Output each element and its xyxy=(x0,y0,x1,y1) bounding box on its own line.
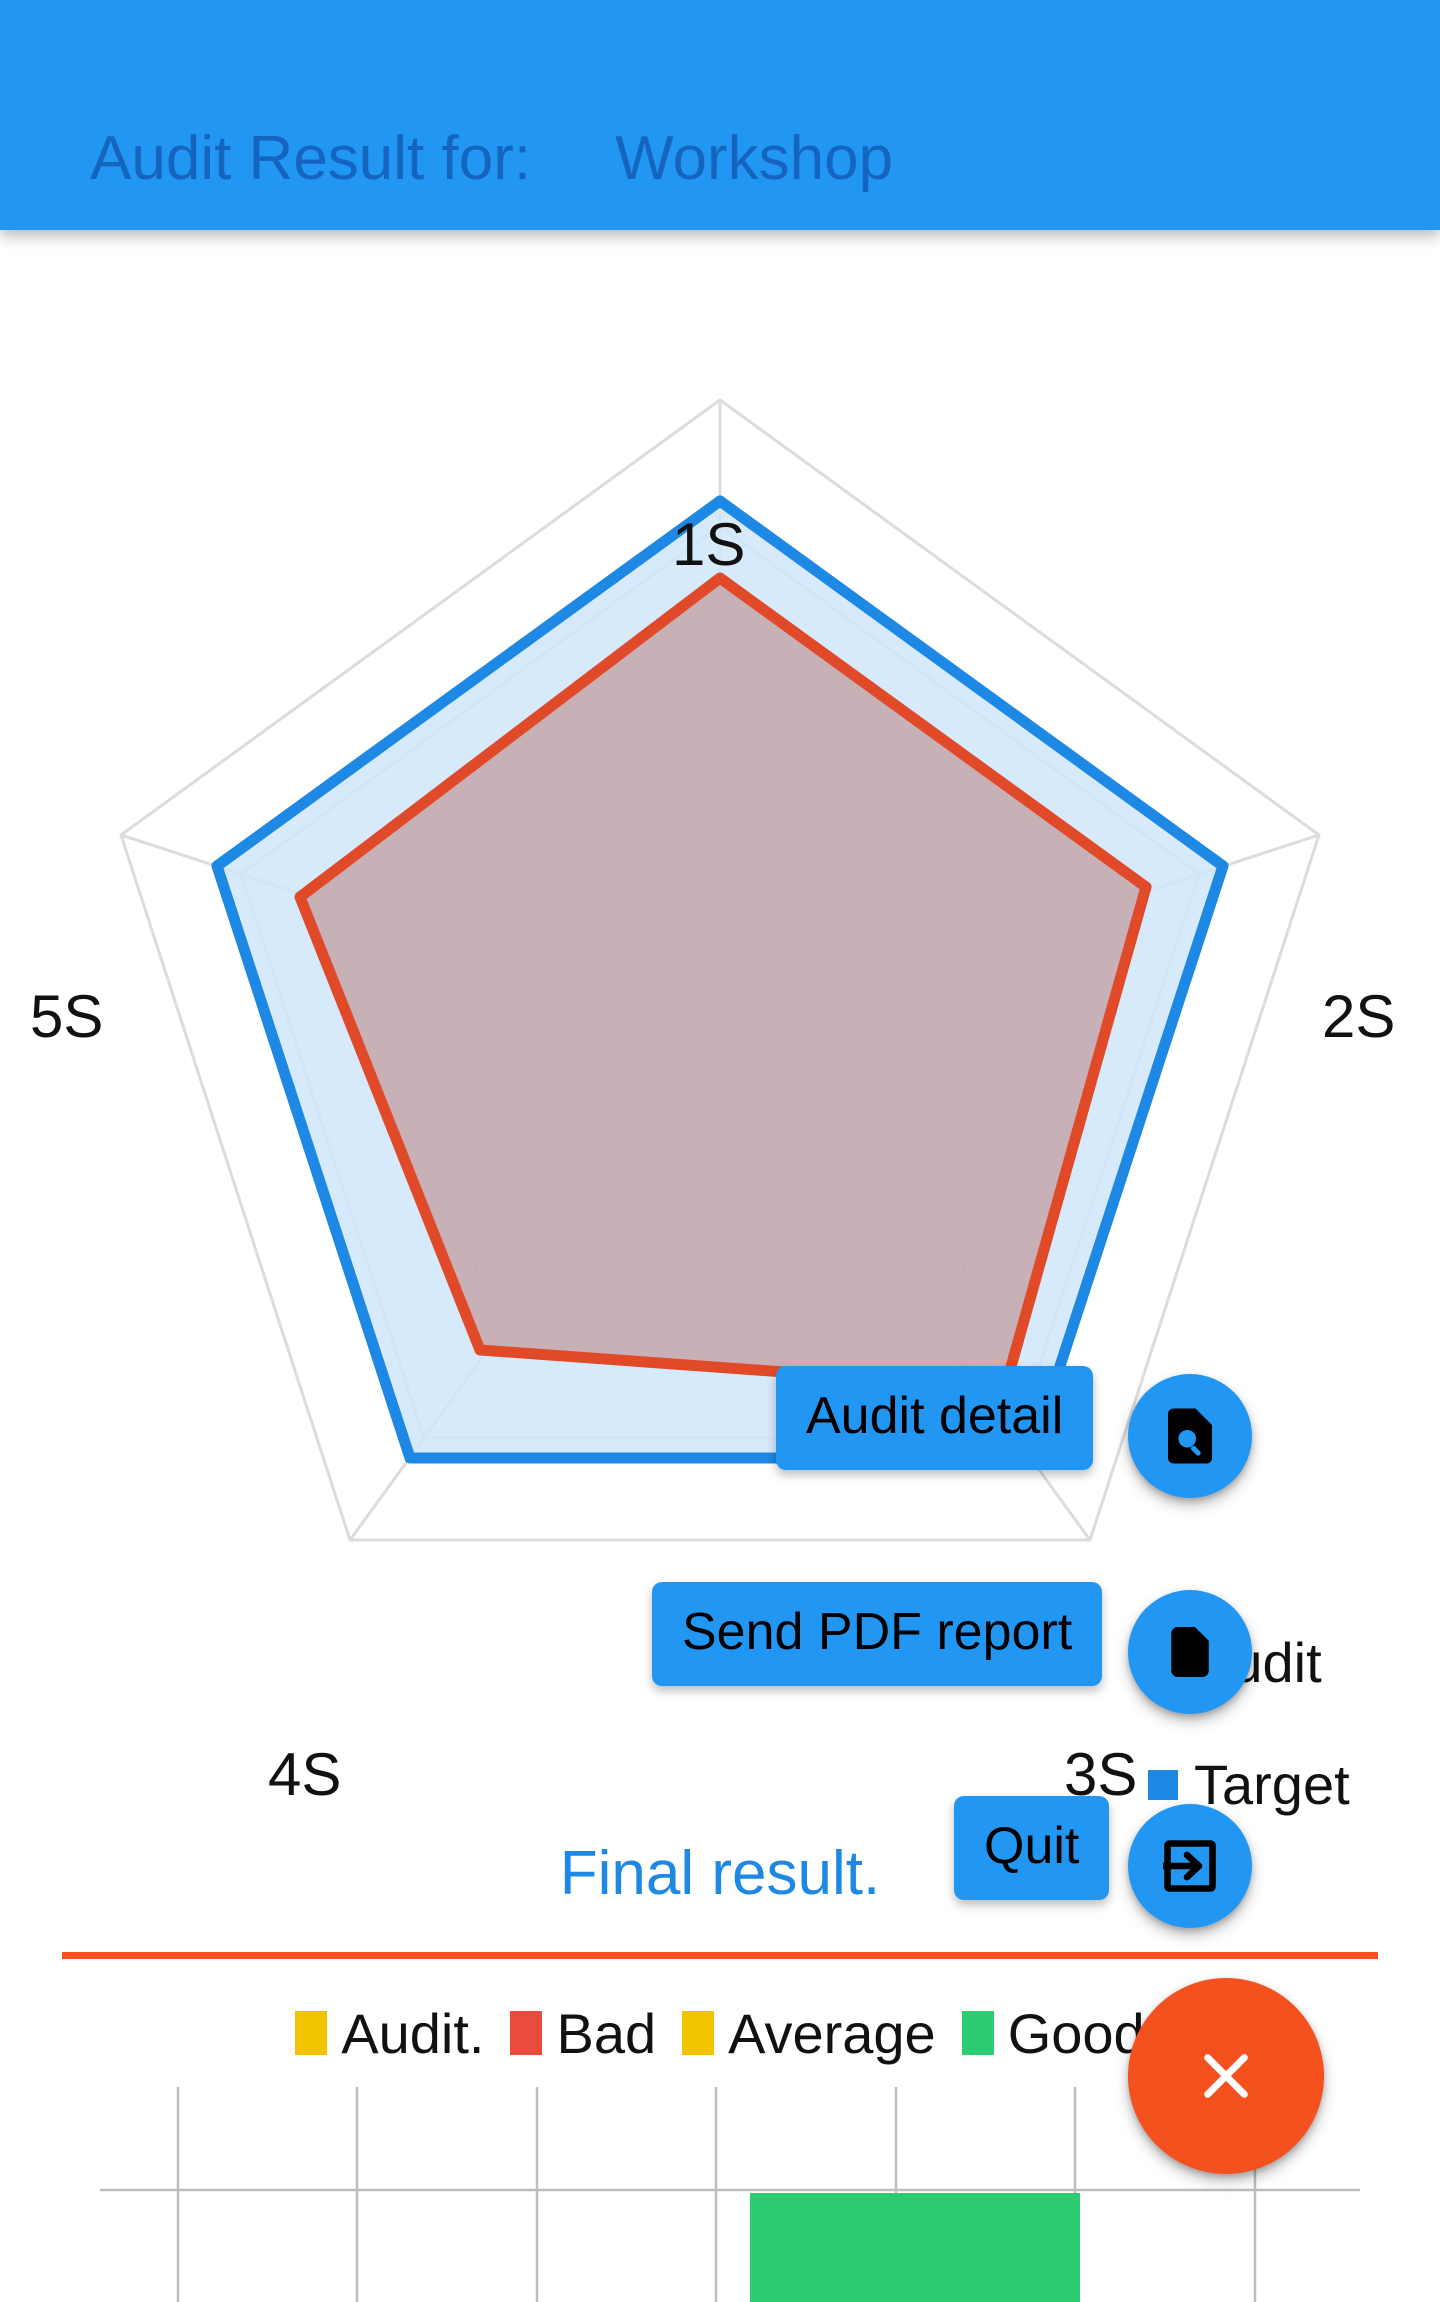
bar-legend-item-good: Good xyxy=(961,2001,1145,2066)
fab-audit-detail[interactable] xyxy=(1128,1374,1252,1498)
legend-label-bad: Bad xyxy=(556,2001,657,2065)
document-search-icon xyxy=(1157,1400,1223,1472)
legend-swatch-target xyxy=(1148,1769,1178,1800)
exit-icon xyxy=(1154,1830,1226,1902)
fab-quit[interactable] xyxy=(1128,1804,1252,1928)
fab-label-audit-detail[interactable]: Audit detail xyxy=(776,1366,1094,1470)
fab-label-quit[interactable]: Quit xyxy=(954,1796,1110,1900)
radar-axis-label-5s: 5S xyxy=(30,983,104,1050)
app-bar-content: Audit Result for: Workshop xyxy=(90,123,893,194)
radar-axis-label-1s: 1S xyxy=(672,511,746,578)
legend-label-audit-bar: Audit. xyxy=(341,2001,485,2065)
radar-axis-label-4s: 4S xyxy=(268,1741,342,1808)
legend-label-average: Average xyxy=(728,2001,936,2065)
legend-swatch-good xyxy=(961,2011,994,2055)
bar-legend-item-bad: Bad xyxy=(510,2001,656,2066)
document-icon xyxy=(1160,1616,1220,1688)
fab-send-pdf-report[interactable] xyxy=(1128,1590,1252,1714)
bar-legend-item-audit: Audit. xyxy=(295,2001,484,2066)
close-icon xyxy=(1186,2036,1266,2116)
fab-label-send-pdf-report[interactable]: Send PDF report xyxy=(652,1582,1103,1686)
legend-swatch-bad xyxy=(510,2011,543,2055)
bar-good xyxy=(750,2193,1080,2302)
audit-subject: Workshop xyxy=(615,124,894,193)
radar-axis-label-2s: 2S xyxy=(1322,983,1396,1050)
legend-swatch-average xyxy=(682,2011,715,2055)
bar-legend-item-average: Average xyxy=(682,2001,936,2066)
page-title: Audit Result for: xyxy=(90,124,532,193)
app-bar: Audit Result for: Workshop xyxy=(0,0,1440,230)
final-result-divider xyxy=(62,1952,1378,1959)
legend-label-target: Target xyxy=(1194,1753,1350,1816)
fab-close-menu[interactable] xyxy=(1128,1978,1324,2174)
legend-swatch-audit-bar xyxy=(295,2011,328,2055)
legend-label-good: Good xyxy=(1007,2001,1145,2065)
